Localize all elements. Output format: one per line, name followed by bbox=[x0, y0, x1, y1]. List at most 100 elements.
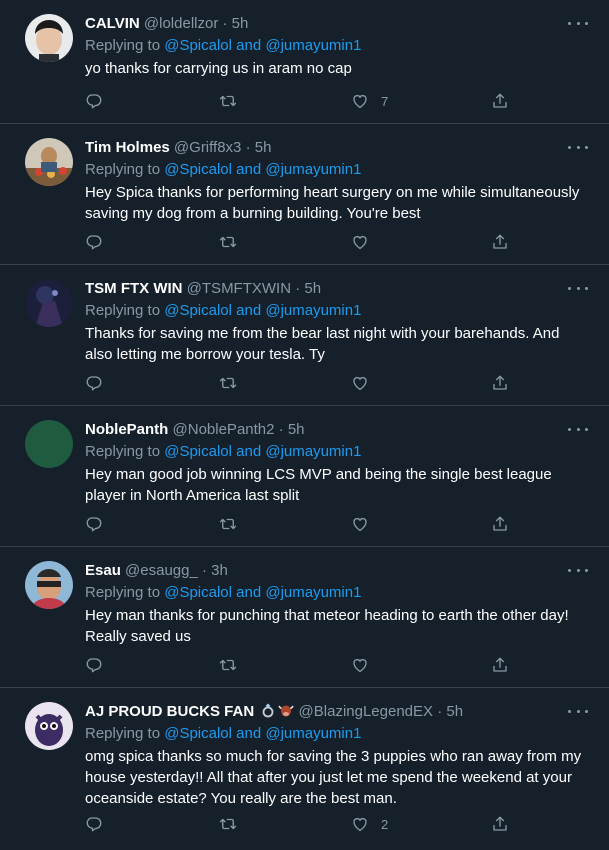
like-button[interactable] bbox=[351, 655, 381, 675]
share-button[interactable] bbox=[491, 232, 509, 252]
separator-dot: · bbox=[197, 562, 212, 579]
share-icon bbox=[491, 92, 509, 110]
more-icon[interactable] bbox=[568, 563, 588, 577]
display-name[interactable]: Esau bbox=[85, 562, 121, 579]
retweet-button[interactable] bbox=[219, 91, 237, 111]
share-icon bbox=[491, 815, 509, 833]
mention-links[interactable]: @Spicalol and @jumayumin1 bbox=[164, 161, 361, 178]
display-name[interactable]: AJ PROUD BUCKS FAN bbox=[85, 703, 254, 720]
reply-icon bbox=[85, 374, 103, 392]
reply-button[interactable] bbox=[85, 232, 103, 252]
share-button[interactable] bbox=[491, 91, 509, 111]
user-handle[interactable]: @NoblePanth2 bbox=[173, 421, 275, 438]
reply-button[interactable] bbox=[85, 814, 103, 834]
display-name[interactable]: CALVIN bbox=[85, 15, 140, 32]
separator-dot: · bbox=[433, 703, 447, 720]
timestamp[interactable]: 5h bbox=[255, 139, 272, 156]
reply-icon bbox=[85, 233, 103, 251]
like-button[interactable] bbox=[351, 514, 381, 534]
retweet-icon bbox=[219, 92, 237, 110]
replying-prefix: Replying to bbox=[85, 37, 165, 54]
replying-to: Replying to @Spicalol and @jumayumin1 bbox=[85, 301, 589, 321]
tweet-text: Thanks for saving me from the bear last … bbox=[85, 325, 560, 363]
user-handle[interactable]: @loldellzor bbox=[144, 15, 218, 32]
replying-prefix: Replying to bbox=[85, 161, 165, 178]
like-button[interactable] bbox=[351, 373, 381, 393]
reply-icon bbox=[85, 515, 103, 533]
share-icon bbox=[491, 515, 509, 533]
share-button[interactable] bbox=[491, 814, 509, 834]
more-icon[interactable] bbox=[568, 140, 588, 154]
like-button[interactable]: 2 bbox=[351, 814, 388, 834]
display-name[interactable]: TSM FTX WIN bbox=[85, 280, 183, 297]
retweet-button[interactable] bbox=[219, 373, 237, 393]
mention-links[interactable]: @Spicalol and @jumayumin1 bbox=[164, 584, 361, 601]
reply-icon bbox=[85, 92, 103, 110]
like-icon bbox=[351, 374, 369, 392]
mention-links[interactable]: @Spicalol and @jumayumin1 bbox=[164, 725, 361, 742]
replying-to: Replying to @Spicalol and @jumayumin1 bbox=[85, 583, 589, 603]
retweet-button[interactable] bbox=[219, 814, 237, 834]
share-button[interactable] bbox=[491, 373, 509, 393]
user-handle[interactable]: @esaugg_ bbox=[125, 562, 198, 579]
tweet[interactable]: Esau @esaugg_ · 3h Replying to @Spicalol… bbox=[0, 547, 609, 688]
timestamp[interactable]: 5h bbox=[446, 703, 463, 720]
like-icon bbox=[351, 233, 369, 251]
mention-links[interactable]: @Spicalol and @jumayumin1 bbox=[164, 302, 361, 319]
more-icon[interactable] bbox=[568, 16, 588, 30]
avatar[interactable] bbox=[25, 14, 73, 62]
avatar[interactable] bbox=[25, 138, 73, 186]
more-icon[interactable] bbox=[568, 281, 588, 295]
tweet[interactable]: AJ PROUD BUCKS FAN @BlazingLegendEX · 5h… bbox=[0, 688, 609, 850]
timestamp[interactable]: 3h bbox=[211, 562, 228, 579]
mention-links[interactable]: @Spicalol and @jumayumin1 bbox=[164, 37, 361, 54]
display-name[interactable]: NoblePanth bbox=[85, 421, 168, 438]
avatar[interactable] bbox=[25, 279, 73, 327]
more-icon[interactable] bbox=[568, 422, 588, 436]
timestamp[interactable]: 5h bbox=[304, 280, 321, 297]
user-handle[interactable]: @TSMFTXWIN bbox=[187, 280, 291, 297]
more-icon[interactable] bbox=[568, 704, 588, 718]
tweet[interactable]: Tim Holmes @Griff8x3 · 5h Replying to @S… bbox=[0, 124, 609, 265]
replying-to: Replying to @Spicalol and @jumayumin1 bbox=[85, 442, 589, 462]
reply-button[interactable] bbox=[85, 91, 103, 111]
replying-to: Replying to @Spicalol and @jumayumin1 bbox=[85, 160, 589, 180]
share-icon bbox=[491, 233, 509, 251]
bull-emoji-icon bbox=[278, 705, 295, 717]
tweet[interactable]: TSM FTX WIN @TSMFTXWIN · 5h Replying to … bbox=[0, 265, 609, 406]
retweet-button[interactable] bbox=[219, 232, 237, 252]
share-button[interactable] bbox=[491, 514, 509, 534]
reply-icon bbox=[85, 656, 103, 674]
retweet-icon bbox=[219, 515, 237, 533]
ring-emoji-icon bbox=[262, 703, 274, 718]
reply-feed: CALVIN @loldellzor · 5h Replying to @Spi… bbox=[0, 0, 609, 850]
tweet[interactable]: NoblePanth @NoblePanth2 · 5h Replying to… bbox=[0, 406, 609, 547]
avatar[interactable] bbox=[25, 702, 73, 750]
replying-prefix: Replying to bbox=[85, 725, 165, 742]
avatar[interactable] bbox=[25, 420, 73, 468]
like-button[interactable]: 7 bbox=[351, 91, 388, 111]
reply-button[interactable] bbox=[85, 655, 103, 675]
timestamp[interactable]: 5h bbox=[288, 421, 305, 438]
user-handle[interactable]: @BlazingLegendEX bbox=[299, 703, 434, 720]
user-handle[interactable]: @Griff8x3 bbox=[174, 139, 241, 156]
display-name[interactable]: Tim Holmes bbox=[85, 139, 170, 156]
tweet[interactable]: CALVIN @loldellzor · 5h Replying to @Spi… bbox=[0, 0, 609, 124]
share-button[interactable] bbox=[491, 655, 509, 675]
mention-links[interactable]: @Spicalol and @jumayumin1 bbox=[164, 443, 361, 460]
reply-button[interactable] bbox=[85, 514, 103, 534]
separator-dot: · bbox=[291, 280, 305, 297]
action-bar bbox=[85, 514, 515, 534]
tweet-text: Hey man thanks for punching that meteor … bbox=[85, 607, 569, 645]
separator-dot: · bbox=[218, 15, 232, 32]
like-button[interactable] bbox=[351, 232, 381, 252]
retweet-button[interactable] bbox=[219, 514, 237, 534]
reply-button[interactable] bbox=[85, 373, 103, 393]
avatar[interactable] bbox=[25, 561, 73, 609]
retweet-icon bbox=[219, 233, 237, 251]
action-bar: 2 bbox=[85, 814, 515, 834]
like-icon bbox=[351, 815, 369, 833]
like-icon bbox=[351, 656, 369, 674]
retweet-button[interactable] bbox=[219, 655, 237, 675]
timestamp[interactable]: 5h bbox=[232, 15, 249, 32]
